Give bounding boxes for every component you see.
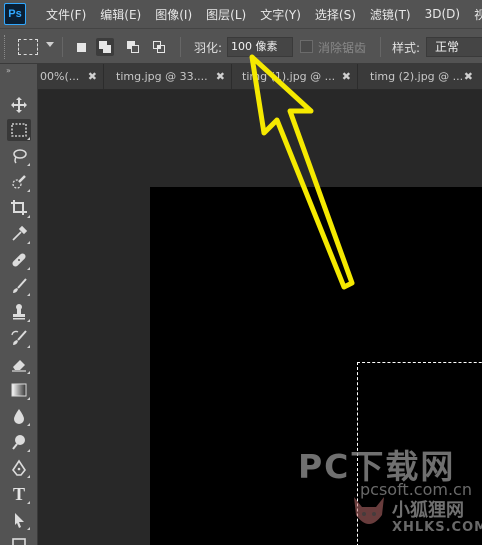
close-icon[interactable]: ✖ [342,64,351,89]
blur-icon[interactable] [7,405,31,427]
eyedropper-icon[interactable] [7,223,31,245]
type-tool-label: T [12,483,25,504]
rectangle-tool-icon[interactable] [7,532,31,545]
menu-layer[interactable]: 图层(L) [206,6,246,23]
style-label: 样式: [392,41,421,55]
antialias-checkbox[interactable] [300,40,313,53]
tab-label: timg (1).jpg @ ... [242,70,336,83]
photoshop-logo-icon[interactable]: Ps [4,3,26,25]
options-bar: 羽化: 100 像素 消除锯齿 样式: 正常 [0,28,482,64]
quick-selection-icon[interactable] [7,171,31,193]
document-tab-bar: 00%(... ✖ timg.jpg @ 33.... ✖ timg (1).j… [38,64,482,90]
options-grip-handle[interactable] [4,35,7,59]
watermark-en-text: XHLKS.COM [392,520,482,535]
tab-label: 00%(... [40,70,80,83]
healing-brush-icon[interactable] [7,249,31,271]
menu-image[interactable]: 图像(I) [155,6,192,23]
tool-preset-chevron-down-icon[interactable] [46,42,54,47]
menu-filter[interactable]: 滤镜(T) [370,6,411,23]
add-to-selection-icon[interactable] [96,38,114,56]
subtract-from-selection-icon[interactable] [124,38,142,56]
watermark-fox-logo-icon [354,497,384,524]
move-tool-icon[interactable] [7,94,31,116]
type-icon[interactable]: T [7,483,31,505]
close-icon[interactable]: ✖ [88,64,97,89]
path-selection-icon[interactable] [7,509,31,531]
eraser-icon[interactable] [7,353,31,375]
options-divider [180,37,181,57]
main-menu: 文件(F) 编辑(E) 图像(I) 图层(L) 文字(Y) 选择(S) 滤镜(T… [46,0,482,28]
options-divider [380,37,381,57]
menu-3d[interactable]: 3D(D) [425,7,460,21]
close-icon[interactable]: ✖ [464,64,473,89]
feather-label: 羽化: [194,41,223,55]
rectangular-marquee-icon[interactable] [7,119,31,141]
menu-file[interactable]: 文件(F) [46,6,86,23]
intersect-selection-icon[interactable] [150,38,168,56]
panel-collapse-icon[interactable]: » [6,66,11,75]
gradient-icon[interactable] [7,379,31,401]
tab-label: timg (2).jpg @ ... [370,70,464,83]
watermark-cn-text: 小狐狸网 [392,500,464,521]
tool-panel: » T [0,64,38,545]
document-tab[interactable]: 00%(... ✖ [38,64,104,89]
style-select[interactable]: 正常 [426,37,482,57]
menu-bar: Ps 文件(F) 编辑(E) 图像(I) 图层(L) 文字(Y) 选择(S) 滤… [0,0,482,28]
antialias-label: 消除锯齿 [318,41,367,55]
menu-select[interactable]: 选择(S) [315,6,356,23]
lasso-icon[interactable] [7,145,31,167]
menu-view[interactable]: 视图 [474,6,482,23]
dodge-icon[interactable] [7,431,31,453]
document-tab[interactable]: timg (2).jpg @ ... ✖ [358,64,482,89]
document-tab[interactable]: timg (1).jpg @ ... ✖ [232,64,358,89]
brush-icon[interactable] [7,275,31,297]
history-brush-icon[interactable] [7,327,31,349]
new-selection-icon[interactable] [72,38,90,56]
menu-type[interactable]: 文字(Y) [260,6,301,23]
clone-stamp-icon[interactable] [7,301,31,323]
menu-edit[interactable]: 编辑(E) [100,6,141,23]
options-divider [62,37,63,57]
crop-icon[interactable] [7,197,31,219]
close-icon[interactable]: ✖ [216,64,225,89]
tab-label: timg.jpg @ 33.... [116,70,208,83]
tool-preset-marquee-icon[interactable] [18,39,38,55]
pen-icon[interactable] [7,457,31,479]
document-tab[interactable]: timg.jpg @ 33.... ✖ [104,64,232,89]
feather-input[interactable]: 100 像素 [227,37,293,57]
